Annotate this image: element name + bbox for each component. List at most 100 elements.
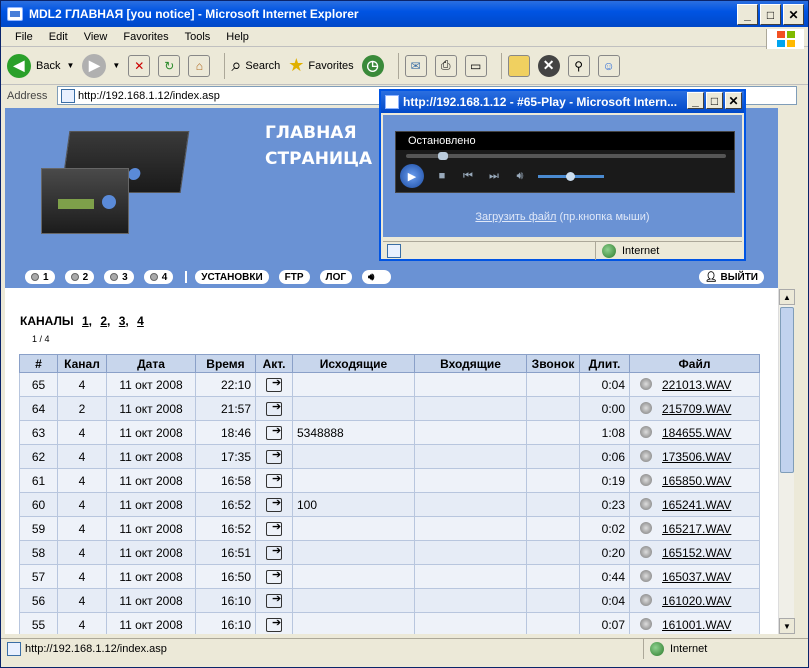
back-button[interactable]: ◀ Back ▼: [7, 53, 74, 78]
popup-title: http://192.168.1.12 - #65-Play - Microso…: [403, 95, 678, 109]
volume-slider[interactable]: [538, 171, 604, 181]
col-header-duration: Длит.: [579, 354, 630, 373]
cell-time: 17:35: [195, 444, 256, 469]
popup-minimize-button[interactable]: _: [687, 92, 704, 109]
download-file-link[interactable]: Загрузить файл: [475, 211, 556, 223]
search-button[interactable]: ⌕ Search: [231, 55, 280, 76]
audio-file-icon[interactable]: [640, 593, 652, 606]
file-link[interactable]: 165217.WAV: [662, 522, 731, 536]
minimize-button[interactable]: _: [737, 4, 758, 25]
audio-file-icon[interactable]: [640, 617, 652, 630]
scroll-down-arrow-icon[interactable]: ▼: [779, 618, 795, 634]
cell-outgoing: [292, 516, 415, 541]
audio-file-icon[interactable]: [640, 521, 652, 534]
user-icon: 👤︎: [704, 271, 718, 283]
refresh-icon[interactable]: ↻: [158, 54, 181, 77]
next-icon[interactable]: ⏭: [486, 170, 502, 183]
audio-file-icon[interactable]: [640, 401, 652, 414]
cell-duration: 0:07: [579, 612, 630, 634]
file-link[interactable]: 165241.WAV: [662, 498, 731, 512]
favorites-button[interactable]: ★ Favorites: [288, 55, 353, 76]
col-header-time: Время: [195, 354, 256, 373]
scroll-thumb[interactable]: [780, 307, 794, 473]
back-dropdown-icon[interactable]: ▼: [66, 61, 74, 70]
cell-incoming: [414, 588, 527, 613]
audio-file-icon[interactable]: [640, 449, 652, 462]
audio-file-icon[interactable]: [640, 425, 652, 438]
channel-button-2[interactable]: 2: [64, 270, 95, 284]
seek-knob[interactable]: [438, 152, 448, 160]
maximize-button[interactable]: □: [760, 4, 781, 25]
file-link[interactable]: 165152.WAV: [662, 546, 731, 560]
mail-icon[interactable]: ✉: [404, 54, 427, 77]
channel-button-label: 4: [161, 271, 168, 283]
stop-icon[interactable]: ■: [434, 170, 450, 182]
logout-button[interactable]: 👤︎ ВЫЙТИ: [698, 270, 764, 284]
previous-icon[interactable]: ⏮: [460, 170, 476, 183]
file-link[interactable]: 161001.WAV: [662, 618, 731, 632]
popup-close-button[interactable]: ✕: [725, 92, 742, 109]
file-link[interactable]: 165850.WAV: [662, 474, 731, 488]
audio-file-icon[interactable]: [640, 569, 652, 582]
settings-button[interactable]: УСТАНОВКИ: [195, 270, 269, 284]
cell-date: 11 окт 2008: [106, 564, 196, 589]
volume-icon[interactable]: 🔊︎: [512, 170, 528, 183]
block-icon[interactable]: ✕: [537, 54, 560, 77]
messenger-icon[interactable]: ☺: [597, 54, 620, 77]
channel-button-3[interactable]: 3: [104, 270, 134, 284]
cell-time: 16:10: [195, 612, 256, 634]
print-icon[interactable]: ⎙: [434, 54, 457, 77]
cell-outgoing: [292, 468, 415, 493]
cell-duration: 0:02: [579, 516, 630, 541]
forward-button[interactable]: ▶ ▼: [82, 53, 120, 78]
cell-file: 165241.WAV: [629, 492, 760, 517]
menu-help[interactable]: Help: [218, 31, 257, 43]
menu-tools[interactable]: Tools: [177, 31, 219, 43]
home-icon[interactable]: ⌂: [188, 54, 211, 77]
file-link[interactable]: 184655.WAV: [662, 426, 731, 440]
folder-icon[interactable]: [507, 54, 530, 77]
page-icon: [7, 641, 21, 656]
research-icon[interactable]: ⚲: [567, 54, 590, 77]
history-icon[interactable]: ◷: [361, 54, 384, 77]
channel-link-1[interactable]: 1: [82, 314, 89, 328]
menu-view[interactable]: View: [76, 31, 116, 43]
file-link[interactable]: 173506.WAV: [662, 450, 731, 464]
scroll-up-arrow-icon[interactable]: ▲: [779, 289, 795, 305]
page-icon: [61, 89, 75, 103]
file-link[interactable]: 215709.WAV: [662, 402, 731, 416]
forward-dropdown-icon[interactable]: ▼: [112, 61, 120, 70]
col-header-call: Звонок: [526, 354, 580, 373]
cell-incoming: [414, 564, 527, 589]
sound-button[interactable]: 🔊︎: [362, 270, 392, 284]
menu-file[interactable]: File: [1, 31, 41, 43]
popup-maximize-button[interactable]: □: [706, 92, 723, 109]
close-button[interactable]: ✕: [783, 4, 804, 25]
audio-file-icon[interactable]: [640, 377, 652, 390]
vertical-scrollbar[interactable]: ▲ ▼: [778, 289, 795, 634]
volume-knob[interactable]: [566, 171, 575, 181]
channel-button-1[interactable]: 1: [25, 270, 55, 284]
table-row: 56411 окт 200816:10 0:04 161020.WAV: [19, 588, 760, 613]
cell-outgoing: [292, 444, 415, 469]
ftp-button[interactable]: FTP: [278, 270, 310, 284]
cell-number: 63: [19, 420, 58, 445]
seek-bar[interactable]: [406, 152, 726, 160]
menu-favorites[interactable]: Favorites: [115, 31, 176, 43]
log-button[interactable]: ЛОГ: [319, 270, 353, 284]
menu-edit[interactable]: Edit: [41, 31, 76, 43]
audio-file-icon[interactable]: [640, 545, 652, 558]
cell-date: 11 окт 2008: [106, 396, 196, 421]
cell-channel: 2: [57, 396, 107, 421]
play-button[interactable]: ▶: [400, 164, 424, 188]
file-link[interactable]: 165037.WAV: [662, 570, 731, 584]
file-link[interactable]: 221013.WAV: [662, 378, 731, 392]
channel-button-4[interactable]: 4: [143, 270, 174, 284]
audio-file-icon[interactable]: [640, 497, 652, 510]
channel-link-4[interactable]: 4: [137, 314, 144, 328]
cell-file: 221013.WAV: [629, 372, 760, 397]
audio-file-icon[interactable]: [640, 473, 652, 486]
file-link[interactable]: 161020.WAV: [662, 594, 731, 608]
edit-icon[interactable]: ▭: [464, 54, 487, 77]
stop-icon[interactable]: ✕: [128, 54, 151, 77]
